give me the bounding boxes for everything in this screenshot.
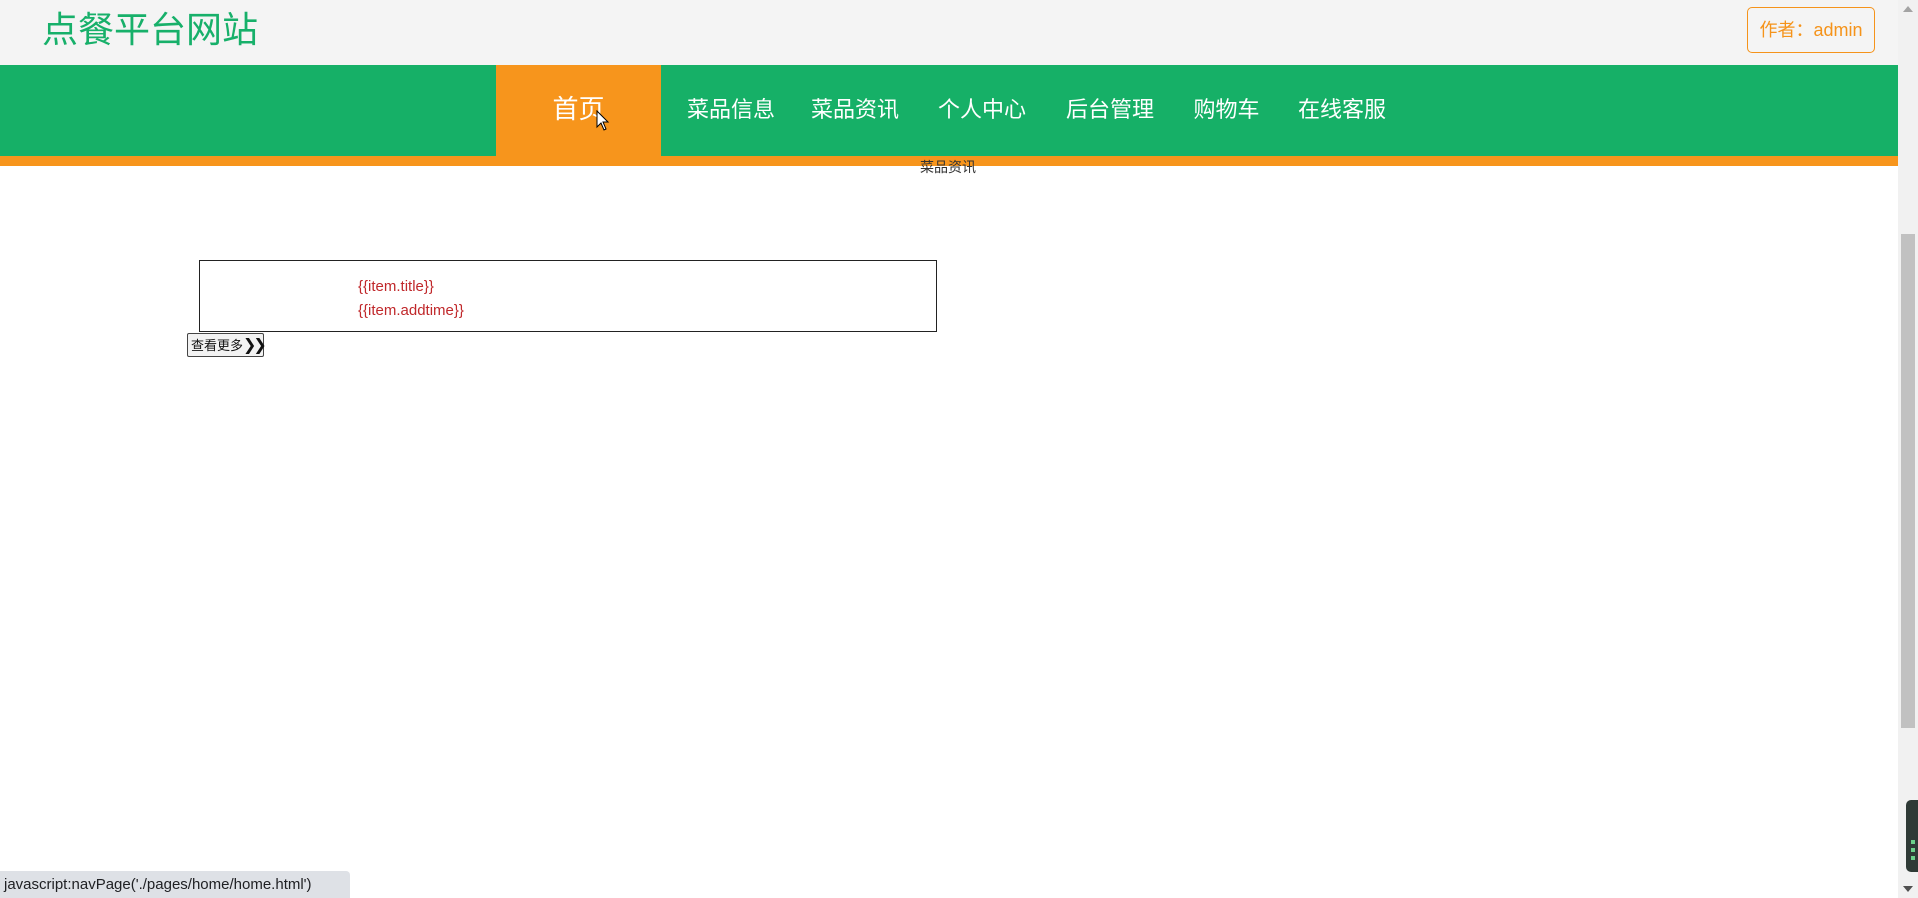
- scroll-down-arrow-icon[interactable]: [1903, 886, 1913, 892]
- double-chevron-right-icon: ❯❯: [243, 335, 267, 354]
- browser-status-bar: javascript:navPage('./pages/home/home.ht…: [0, 871, 350, 898]
- nav-item-home[interactable]: 首页: [496, 65, 661, 156]
- author-button[interactable]: 作者：admin: [1747, 7, 1875, 53]
- view-more-button[interactable]: 查看更多❯❯: [187, 333, 267, 357]
- nav-item-personal-center[interactable]: 个人中心: [927, 65, 1037, 156]
- mouse-cursor-icon: [596, 110, 610, 131]
- side-widget[interactable]: [1906, 800, 1918, 872]
- main-nav: 首页 菜品信息 菜品资讯 个人中心 后台管理 购物车 在线客服: [0, 65, 1898, 156]
- news-title[interactable]: {{item.title}}: [358, 277, 434, 297]
- header: 点餐平台网站 作者：admin: [0, 0, 1898, 65]
- site-title[interactable]: 点餐平台网站: [42, 8, 258, 54]
- nav-item-dish-info[interactable]: 菜品信息: [676, 65, 786, 156]
- page: 点餐平台网站 作者：admin 首页 菜品信息 菜品资讯 个人中心 后台管理 购…: [0, 0, 1918, 898]
- nav-item-cart[interactable]: 购物车: [1184, 65, 1269, 156]
- nav-item-dish-news[interactable]: 菜品资讯: [800, 65, 910, 156]
- vertical-scrollbar[interactable]: [1898, 0, 1918, 898]
- widget-bar-icon: [1911, 856, 1915, 860]
- view-more-label: 查看更多: [191, 339, 244, 354]
- widget-bar-icon: [1911, 848, 1915, 852]
- news-addtime: {{item.addtime}}: [358, 302, 464, 319]
- widget-bar-icon: [1911, 840, 1915, 844]
- section-caption: 菜品资讯: [920, 160, 976, 176]
- scroll-thumb[interactable]: [1901, 234, 1915, 728]
- scroll-up-arrow-icon[interactable]: [1903, 6, 1913, 12]
- nav-item-admin[interactable]: 后台管理: [1055, 65, 1165, 156]
- news-item[interactable]: {{item.title}} {{item.addtime}}: [199, 260, 937, 332]
- nav-item-online-service[interactable]: 在线客服: [1287, 65, 1397, 156]
